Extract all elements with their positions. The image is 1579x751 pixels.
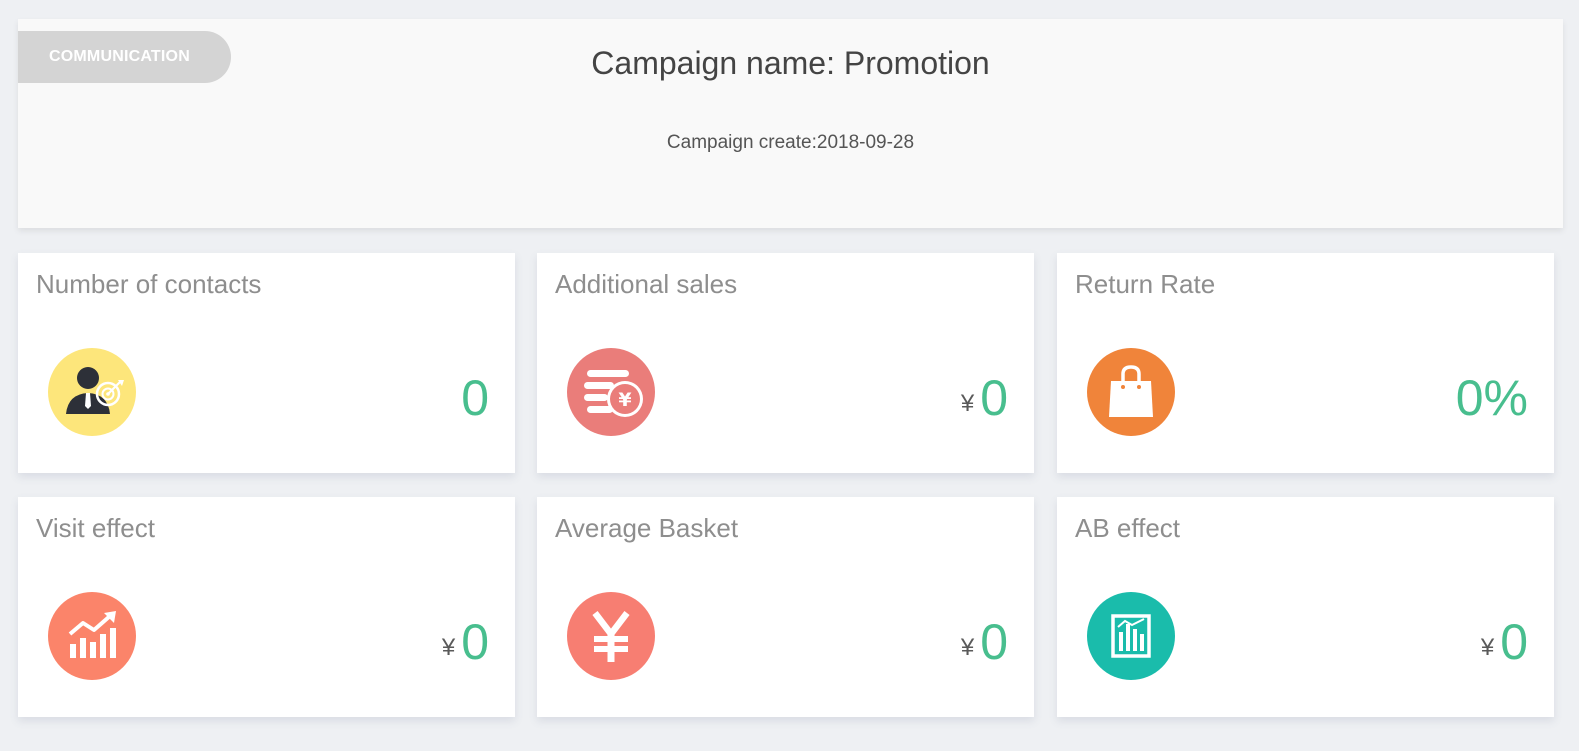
value-display: ¥ 0 [1481, 602, 1528, 672]
currency-symbol: ¥ [960, 390, 975, 417]
ab-effect-value: 0 [1500, 614, 1528, 670]
card-title: Visit effect [36, 513, 155, 543]
coins-yen-icon: ¥ [567, 348, 655, 436]
contact-target-icon [48, 348, 136, 436]
contacts-value: 0 [461, 370, 489, 426]
average-basket-value: 0 [980, 614, 1008, 670]
trend-chart-icon [48, 592, 136, 680]
shopping-bag-icon [1087, 348, 1175, 436]
card-title: Number of contacts [36, 269, 262, 299]
card-title: AB effect [1075, 513, 1181, 543]
card-title: Additional sales [555, 269, 738, 299]
campaign-header: COMMUNICATION Campaign name: Promotion C… [18, 19, 1563, 228]
currency-symbol: ¥ [960, 634, 975, 661]
currency-symbol: ¥ [441, 634, 456, 661]
value-display: ¥ 0 [442, 602, 489, 672]
currency-symbol: ¥ [1480, 634, 1495, 661]
card-return-rate: Return Rate 0% [1057, 253, 1554, 473]
svg-text:¥: ¥ [618, 389, 631, 411]
campaign-create-date: Campaign create:2018-09-28 [666, 132, 915, 153]
visit-effect-value: 0 [461, 614, 489, 670]
yen-icon [567, 592, 655, 680]
bar-report-icon [1087, 592, 1175, 680]
card-average-basket: Average Basket ¥ 0 [537, 497, 1034, 717]
card-number-of-contacts: Number of contacts 0 [18, 253, 515, 473]
card-visit-effect: Visit effect ¥ 0 [18, 497, 515, 717]
card-additional-sales: Additional sales ¥ ¥ 0 [537, 253, 1034, 473]
additional-sales-value: 0 [980, 370, 1008, 426]
value-display: 0 [461, 358, 489, 428]
value-display: 0% [1456, 358, 1528, 428]
card-title: Average Basket [555, 513, 739, 543]
card-title: Return Rate [1075, 269, 1216, 299]
value-display: ¥ 0 [961, 358, 1008, 428]
return-rate-value: 0% [1455, 370, 1528, 426]
campaign-title: Campaign name: Promotion [591, 45, 990, 81]
card-ab-effect: AB effect ¥ 0 [1057, 497, 1554, 717]
value-display: ¥ 0 [961, 602, 1008, 672]
